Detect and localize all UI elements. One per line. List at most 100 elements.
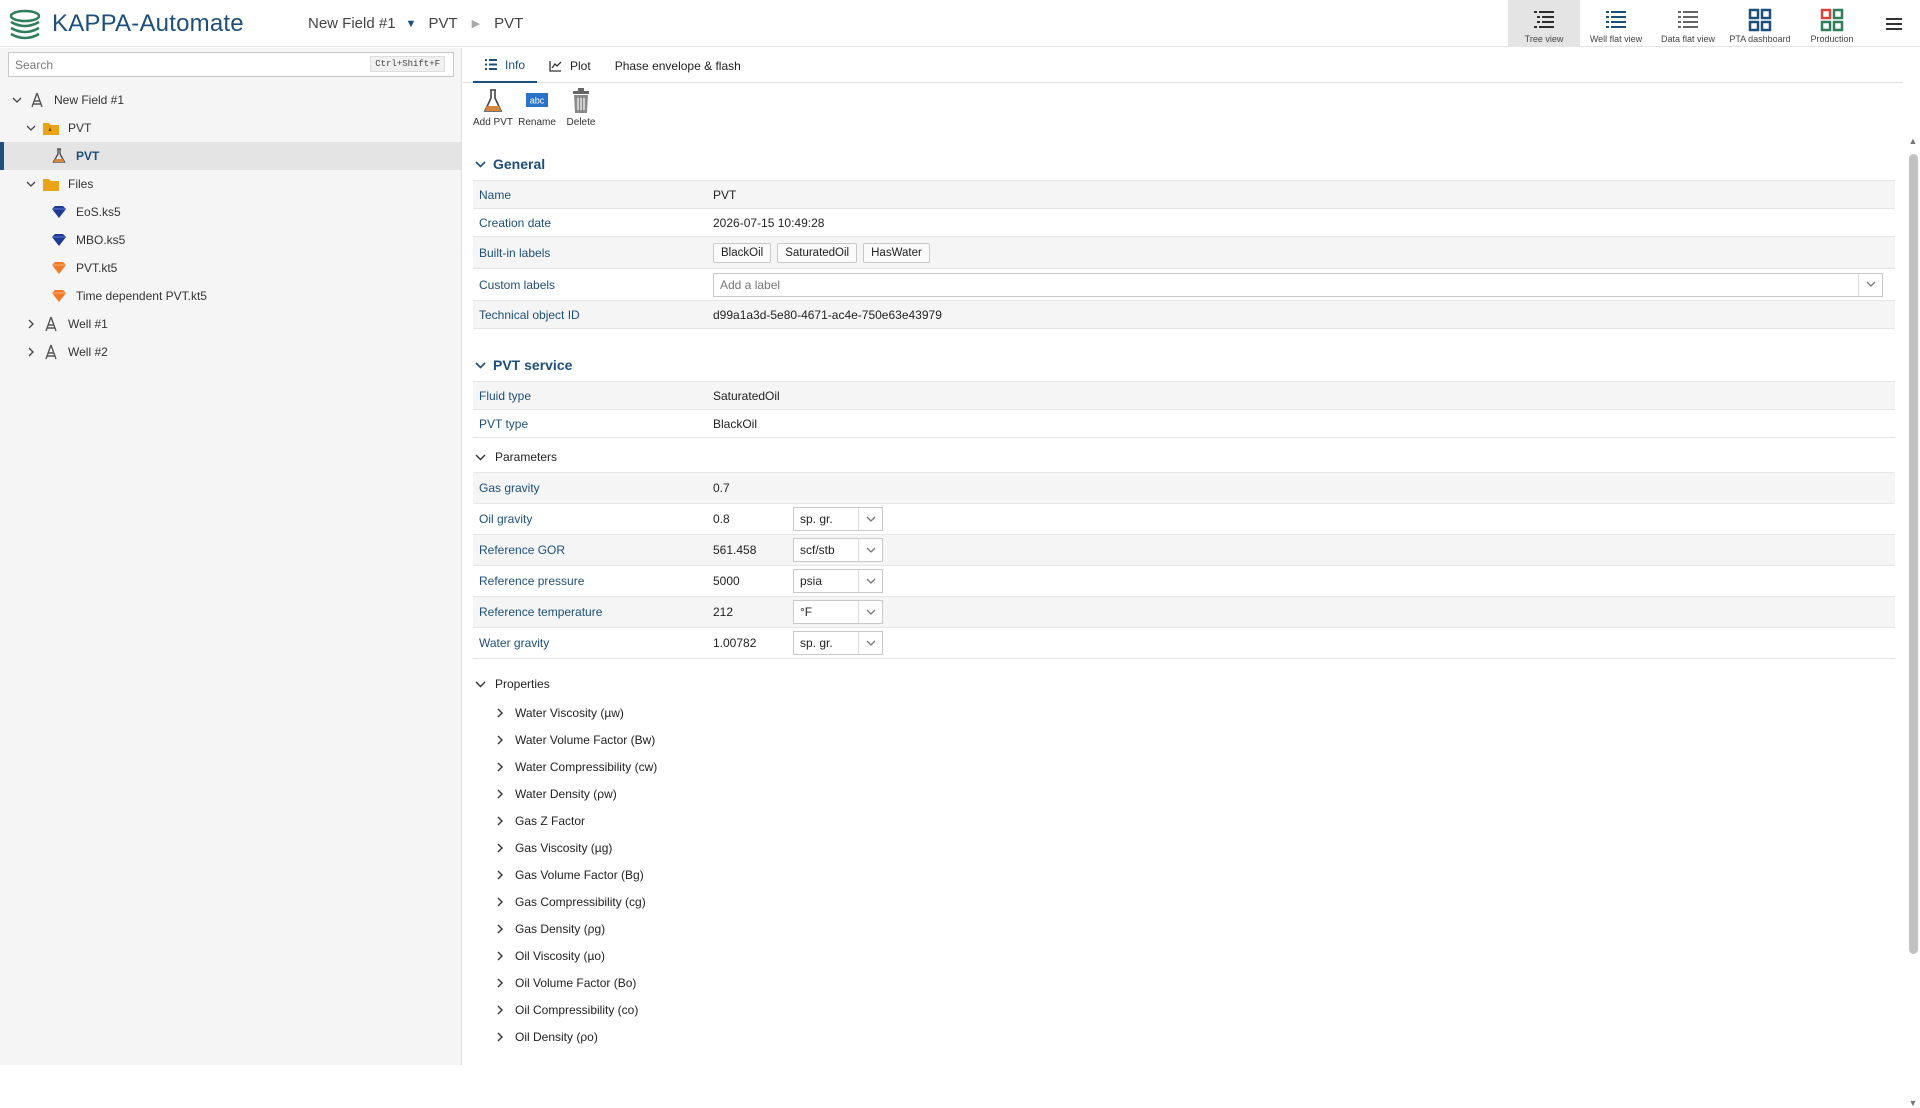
scroll-down-icon[interactable]: ▼ [1908,1098,1918,1108]
property-value[interactable]: 5000 [713,574,793,588]
property-item[interactable]: Gas Compressibility (cg) [473,888,1895,915]
tab-phase-envelope[interactable]: Phase envelope & flash [603,48,753,83]
search-input[interactable] [9,53,369,76]
pta-dashboard-button[interactable]: PTA dashboard [1724,0,1796,47]
chevron-down-icon[interactable] [10,93,24,107]
tab-label: Info [505,57,526,72]
section-parameters-header[interactable]: Parameters [473,442,1895,472]
well-flat-view-button[interactable]: Well flat view [1580,0,1652,47]
property-item[interactable]: Oil Volume Factor (Bo) [473,969,1895,996]
chevron-down-icon[interactable] [473,677,487,691]
property-item[interactable]: Gas Density (ρg) [473,915,1895,942]
scrollbar-thumb[interactable] [1909,154,1918,954]
table-row: Reference GOR 561.458 scf/stb [473,535,1895,566]
chevron-right-icon[interactable] [493,841,507,855]
chevron-down-icon[interactable] [858,508,882,530]
add-pvt-button[interactable]: Add PVT [471,88,515,128]
chevron-right-icon[interactable] [493,733,507,747]
property-item[interactable]: Gas Viscosity (µg) [473,834,1895,861]
breadcrumb-folder[interactable]: PVT [428,15,457,32]
chevron-down-icon[interactable] [24,177,38,191]
property-item[interactable]: Oil Density (ρo) [473,1023,1895,1050]
tree-item-file[interactable]: EoS.ks5 [0,198,461,226]
chevron-down-icon[interactable] [858,632,882,654]
property-item[interactable]: Water Volume Factor (Bw) [473,726,1895,753]
label-tag: SaturatedOil [777,242,858,263]
unit-select[interactable]: psia [793,569,883,593]
breadcrumb-item[interactable]: PVT [494,15,523,32]
custom-labels-input[interactable] [713,272,1883,297]
tree-item-file[interactable]: PVT.kt5 [0,254,461,282]
property-item[interactable]: Gas Z Factor [473,807,1895,834]
data-flat-view-button[interactable]: Data flat view [1652,0,1724,47]
chevron-right-icon[interactable] [493,1030,507,1044]
hamburger-menu-button[interactable] [1868,0,1920,47]
property-value[interactable]: 561.458 [713,543,793,557]
chevron-right-icon[interactable] [493,895,507,909]
chevron-down-icon[interactable] [858,601,882,623]
property-label: Reference temperature [479,605,603,619]
chevron-down-icon[interactable] [1858,273,1882,296]
chevron-down-icon[interactable]: ▼ [406,18,417,30]
chevron-right-icon[interactable] [493,868,507,882]
chevron-right-icon[interactable] [493,706,507,720]
chevron-right-icon[interactable] [493,787,507,801]
property-item[interactable]: Oil Viscosity (µo) [473,942,1895,969]
unit-select[interactable]: scf/stb [793,538,883,562]
property-value[interactable]: 0.7 [713,481,793,495]
unit-select[interactable]: sp. gr. [793,631,883,655]
property-value[interactable]: 1.00782 [713,636,793,650]
tree-item-pvt[interactable]: PVT [0,142,461,170]
tree-item-well[interactable]: Well #1 [0,310,461,338]
table-row: Reference temperature 212 °F [473,597,1895,628]
chevron-right-icon[interactable] [493,922,507,936]
tree-item-pvt-folder[interactable]: PVT [0,114,461,142]
property-item[interactable]: Water Viscosity (µw) [473,699,1895,726]
property-item-label: Oil Viscosity (µo) [515,948,606,963]
property-item[interactable]: Gas Volume Factor (Bg) [473,861,1895,888]
chevron-down-icon[interactable] [858,539,882,561]
chevron-down-icon[interactable] [473,358,487,372]
tree-item-well[interactable]: Well #2 [0,338,461,366]
chevron-right-icon[interactable] [493,949,507,963]
tree-view-button[interactable]: Tree view [1508,0,1580,47]
chevron-right-icon[interactable] [24,345,38,359]
section-general-header[interactable]: General [473,148,1895,180]
parameters-table: Gas gravity 0.7 Oil gravity 0.8 sp. gr. … [473,472,1895,659]
scroll-up-icon[interactable]: ▲ [1908,136,1918,146]
tree-item-field[interactable]: New Field #1 [0,86,461,114]
app-logo[interactable]: KAPPA-Automate [8,8,244,40]
chevron-right-icon[interactable] [493,976,507,990]
chevron-right-icon[interactable] [24,317,38,331]
section-properties-header[interactable]: Properties [473,669,1895,699]
unit-select[interactable]: sp. gr. [793,507,883,531]
tree-item-file[interactable]: MBO.ks5 [0,226,461,254]
rename-button[interactable]: abc Rename [515,88,559,128]
flask-icon [483,89,503,112]
property-item[interactable]: Water Density (ρw) [473,780,1895,807]
tree-item-files-folder[interactable]: Files [0,170,461,198]
tab-plot[interactable]: Plot [537,48,603,83]
add-label-input[interactable] [714,273,1844,296]
section-pvt-service-header[interactable]: PVT service [473,349,1895,381]
chevron-right-icon[interactable] [493,814,507,828]
tree-item-file[interactable]: Time dependent PVT.kt5 [0,282,461,310]
chevron-down-icon[interactable] [473,157,487,171]
chevron-right-icon[interactable] [493,1003,507,1017]
breadcrumb-field[interactable]: New Field #1 [308,15,396,32]
property-item[interactable]: Oil Compressibility (co) [473,996,1895,1023]
property-item[interactable]: Water Compressibility (cw) [473,753,1895,780]
app-header: KAPPA-Automate New Field #1 ▼ PVT ▶ PVT … [0,0,1920,47]
delete-button[interactable]: Delete [559,88,603,128]
vertical-scrollbar[interactable]: ▲ ▼ [1906,136,1920,1108]
chevron-down-icon[interactable] [858,570,882,592]
search-box[interactable]: Ctrl+Shift+F [8,52,454,77]
unit-select[interactable]: °F [793,600,883,624]
chevron-down-icon[interactable] [24,121,38,135]
property-value[interactable]: 0.8 [713,512,793,526]
property-value[interactable]: 212 [713,605,793,619]
chevron-right-icon[interactable] [493,760,507,774]
chevron-down-icon[interactable] [473,450,487,464]
production-button[interactable]: Production [1796,0,1868,47]
tab-info[interactable]: Info [473,48,538,83]
